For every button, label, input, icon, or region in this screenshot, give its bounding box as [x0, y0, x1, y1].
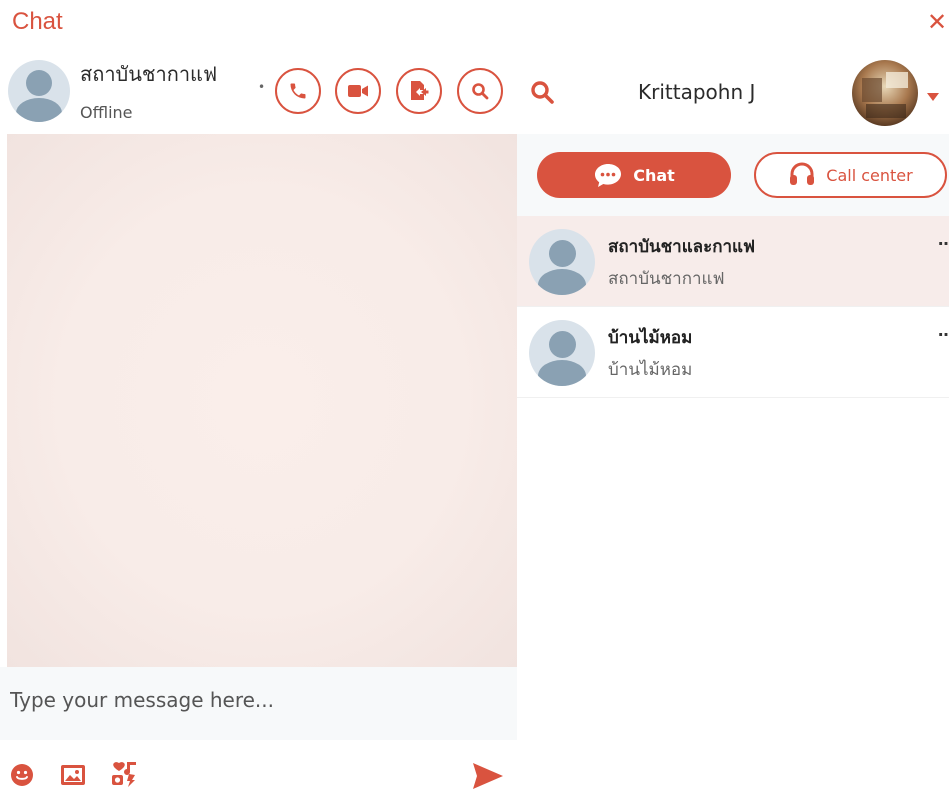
message-thread[interactable] — [7, 134, 517, 667]
conversation-item[interactable]: บ้านไม้หอม บ้านไม้หอม … — [517, 307, 949, 398]
current-user-name: Krittapohn J — [638, 80, 756, 104]
tab-call-center-label: Call center — [826, 165, 913, 185]
conversation-item[interactable]: สถาบันชาและกาแฟ สถาบันชากาแฟ … — [517, 216, 949, 307]
image-icon — [61, 765, 85, 785]
more-options-icon[interactable]: … — [938, 230, 949, 249]
search-icon — [531, 81, 554, 104]
tab-chat[interactable]: Chat — [537, 152, 731, 198]
search-chat-button[interactable] — [457, 68, 503, 114]
conversation-title: บ้านไม้หอม — [608, 328, 693, 348]
window-title: Chat — [12, 8, 63, 35]
media-icon — [112, 762, 136, 787]
conversation-subtitle: บ้านไม้หอม — [608, 360, 693, 380]
name-overflow-dot: • — [258, 80, 266, 94]
search-icon — [472, 83, 489, 100]
chat-bubble-icon — [595, 164, 622, 187]
video-call-button[interactable] — [335, 68, 381, 114]
close-icon[interactable]: ✕ — [926, 8, 948, 36]
conversation-avatar — [529, 320, 595, 386]
more-options-icon[interactable]: … — [938, 321, 949, 340]
message-input[interactable] — [10, 684, 510, 716]
tab-call-center[interactable]: Call center — [754, 152, 947, 198]
share-file-button[interactable] — [396, 68, 442, 114]
phone-icon — [290, 83, 306, 99]
headset-icon — [790, 162, 815, 185]
chat-contact-name: สถาบันชากาแฟ — [80, 62, 218, 86]
conversation-avatar — [529, 229, 595, 295]
call-button[interactable] — [275, 68, 321, 114]
media-button[interactable] — [110, 760, 138, 792]
search-conversations-button[interactable] — [530, 80, 554, 108]
contact-avatar — [8, 60, 70, 122]
emoji-button[interactable] — [10, 763, 34, 791]
conversation-subtitle: สถาบันชากาแฟ — [608, 269, 725, 289]
emoji-icon — [11, 764, 33, 786]
image-button[interactable] — [60, 764, 86, 790]
tab-chat-label: Chat — [633, 165, 675, 185]
user-avatar[interactable] — [852, 60, 918, 126]
chat-contact-status: Offline — [80, 103, 133, 122]
share-file-icon — [411, 81, 429, 100]
video-icon — [348, 85, 368, 97]
conversation-title: สถาบันชาและกาแฟ — [608, 237, 756, 257]
chevron-down-icon[interactable] — [926, 87, 940, 106]
send-icon — [473, 763, 503, 789]
